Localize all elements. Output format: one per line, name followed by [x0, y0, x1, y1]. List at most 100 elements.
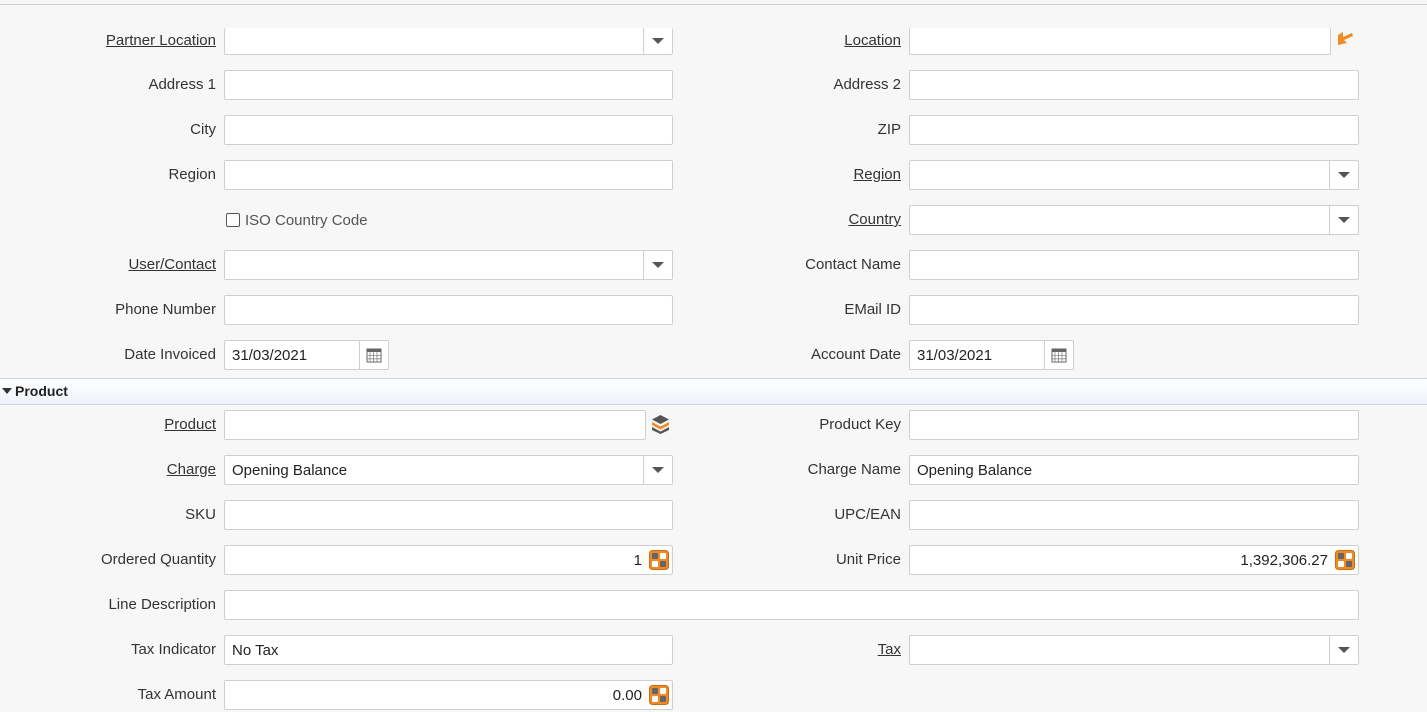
calculator-icon[interactable]: [649, 550, 669, 570]
tax-indicator-field[interactable]: [224, 635, 673, 665]
row-line-description: Line Description: [0, 590, 1427, 620]
tax-label[interactable]: Tax: [700, 635, 901, 665]
user-contact-dropdown-button[interactable]: [643, 251, 672, 279]
product-section-title: Product: [15, 383, 68, 399]
line-description-field[interactable]: [224, 590, 1359, 620]
region-select-input[interactable]: [910, 161, 1358, 189]
charge-name-label: Charge Name: [807, 461, 901, 478]
partner-location-input[interactable]: [225, 28, 672, 56]
user-contact-input[interactable]: [225, 251, 672, 279]
partner-location-label[interactable]: Partner Location: [0, 26, 216, 56]
location-edit-icon[interactable]: [1335, 29, 1357, 49]
contact-name-field[interactable]: [909, 250, 1359, 280]
address1-field[interactable]: [224, 70, 673, 100]
unit-price-field[interactable]: [909, 545, 1359, 575]
unit-price-label: Unit Price: [835, 551, 901, 568]
location-field[interactable]: [909, 28, 1331, 56]
iso-country-code-label: ISO Country Code: [245, 211, 368, 229]
tax-input[interactable]: [910, 636, 1358, 664]
row-contact: User/Contact Contact Name: [0, 250, 1427, 280]
product-info-icon[interactable]: [650, 414, 671, 435]
country-label[interactable]: Country: [700, 205, 901, 235]
product-label[interactable]: Product: [0, 410, 216, 440]
calendar-icon: [1051, 348, 1067, 363]
upc-ean-input[interactable]: [910, 501, 1358, 529]
product-key-input[interactable]: [910, 411, 1358, 439]
email-id-label: EMail ID: [844, 301, 901, 318]
product-input[interactable]: [225, 411, 645, 439]
email-id-input[interactable]: [910, 296, 1358, 324]
iso-country-code-checkbox[interactable]: [226, 213, 240, 227]
ordered-quantity-label: Ordered Quantity: [100, 551, 216, 568]
unit-price-input[interactable]: [910, 546, 1358, 574]
address1-input[interactable]: [225, 71, 672, 99]
region-dropdown-button[interactable]: [1329, 161, 1358, 189]
phone-number-field[interactable]: [224, 295, 673, 325]
phone-number-input[interactable]: [225, 296, 672, 324]
region-text-field[interactable]: [224, 160, 673, 190]
collapse-triangle-icon[interactable]: [2, 388, 12, 394]
chevron-down-icon: [1338, 217, 1350, 223]
ordered-quantity-input[interactable]: [225, 546, 672, 574]
partner-location-dropdown-button[interactable]: [643, 28, 672, 54]
product-key-field[interactable]: [909, 410, 1359, 440]
region-select-field[interactable]: [909, 160, 1359, 190]
tax-amount-input[interactable]: [225, 681, 672, 709]
charge-dropdown-button[interactable]: [643, 456, 672, 484]
email-id-field[interactable]: [909, 295, 1359, 325]
upc-ean-label: UPC/EAN: [834, 506, 901, 523]
city-input[interactable]: [225, 116, 672, 144]
calculator-icon[interactable]: [649, 685, 669, 705]
location-input[interactable]: [910, 28, 1330, 56]
date-invoiced-label: Date Invoiced: [124, 346, 216, 363]
tax-indicator-label: Tax Indicator: [130, 641, 216, 658]
upc-ean-field[interactable]: [909, 500, 1359, 530]
date-invoiced-field[interactable]: [224, 340, 389, 370]
product-field[interactable]: [224, 410, 646, 440]
ordered-quantity-field[interactable]: [224, 545, 673, 575]
calculator-icon[interactable]: [1335, 550, 1355, 570]
country-input[interactable]: [910, 206, 1358, 234]
country-field[interactable]: [909, 205, 1359, 235]
chevron-down-icon: [1338, 647, 1350, 653]
row-address: Address 1 Address 2: [0, 70, 1427, 100]
location-label[interactable]: Location: [700, 26, 901, 56]
country-dropdown-button[interactable]: [1329, 206, 1358, 234]
sku-field[interactable]: [224, 500, 673, 530]
charge-field[interactable]: [224, 455, 673, 485]
charge-label[interactable]: Charge: [0, 455, 216, 485]
charge-input[interactable]: [225, 456, 672, 484]
row-product: Product Product Key: [0, 410, 1427, 440]
charge-name-field[interactable]: [909, 455, 1359, 485]
tax-indicator-input[interactable]: [225, 636, 672, 664]
address2-input[interactable]: [910, 71, 1358, 99]
account-date-field[interactable]: [909, 340, 1074, 370]
charge-name-input[interactable]: [910, 456, 1358, 484]
line-description-input[interactable]: [225, 591, 1358, 619]
chevron-down-icon: [652, 467, 664, 473]
sku-input[interactable]: [225, 501, 672, 529]
user-contact-field[interactable]: [224, 250, 673, 280]
iso-country-code-checkbox-wrap: ISO Country Code: [226, 205, 368, 235]
partner-location-field[interactable]: [224, 28, 673, 56]
tax-amount-field[interactable]: [224, 680, 673, 710]
city-field[interactable]: [224, 115, 673, 145]
product-section-header[interactable]: Product: [0, 378, 1427, 405]
zip-label: ZIP: [877, 121, 901, 138]
region-select-label[interactable]: Region: [700, 160, 901, 190]
account-date-calendar-button[interactable]: [1044, 341, 1073, 369]
user-contact-label[interactable]: User/Contact: [0, 250, 216, 280]
row-region: Region Region: [0, 160, 1427, 190]
tax-dropdown-button[interactable]: [1329, 636, 1358, 664]
zip-field[interactable]: [909, 115, 1359, 145]
contact-name-input[interactable]: [910, 251, 1358, 279]
zip-input[interactable]: [910, 116, 1358, 144]
row-dates: Date Invoiced Account Date: [0, 340, 1427, 370]
address2-field[interactable]: [909, 70, 1359, 100]
row-sku: SKU UPC/EAN: [0, 500, 1427, 530]
product-key-label: Product Key: [819, 416, 901, 433]
region-text-input[interactable]: [225, 161, 672, 189]
tax-field[interactable]: [909, 635, 1359, 665]
row-city-zip: City ZIP: [0, 115, 1427, 145]
date-invoiced-calendar-button[interactable]: [359, 341, 388, 369]
